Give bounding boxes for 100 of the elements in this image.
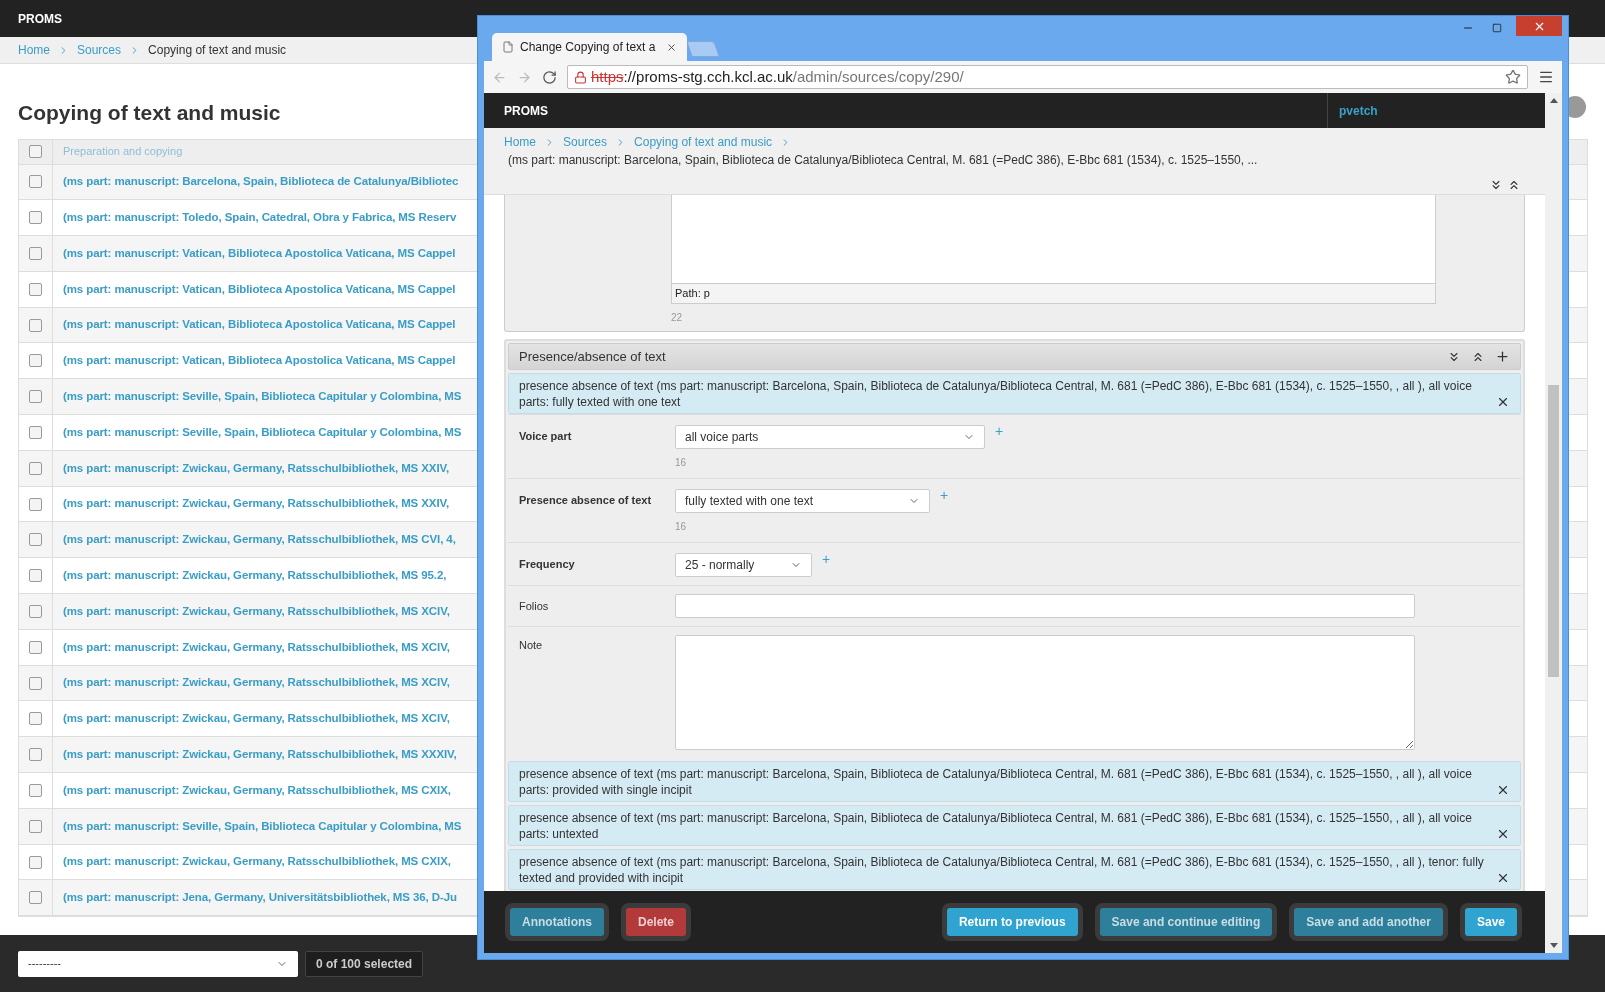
field-label: Note bbox=[519, 639, 544, 652]
row-link[interactable]: (ms part: manuscript: Barcelona, Spain, Biblioteca de Catalunya/Bibliotec bbox=[63, 173, 459, 191]
expand-all-icon[interactable] bbox=[1489, 178, 1503, 192]
brand[interactable]: PROMS bbox=[484, 93, 1327, 128]
checkbox[interactable] bbox=[29, 461, 42, 475]
row-link[interactable]: (ms part: manuscript: Zwickau, Germany, Ratsschulbibliothek, MS 95.2, bbox=[63, 567, 447, 585]
checkbox[interactable] bbox=[29, 783, 42, 797]
inline-item-header[interactable]: presence absence of text (ms part: manuscript: Barcelona, Spain, Biblioteca de Catalunya/Biblioteca Central, M. 681 (=PedC 386), E-Bbc 681 (1534), c. 1525–1550, , all ), all voice parts: untexted bbox=[508, 805, 1521, 846]
checkbox[interactable] bbox=[29, 819, 42, 833]
row-link[interactable]: (ms part: manuscript: Vatican, Biblioteca Apostolica Vaticana, MS Cappel bbox=[63, 316, 456, 334]
row-link[interactable]: (ms part: manuscript: Jena, Germany, Universitätsbibliothek, MS 36, D-Ju bbox=[63, 889, 457, 907]
row-link[interactable]: (ms part: manuscript: Seville, Spain, Biblioteca Capitular y Colombina, MS bbox=[63, 388, 462, 406]
breadcrumb-link[interactable]: Copying of text and music bbox=[634, 133, 773, 151]
inline-item-header[interactable] bbox=[508, 373, 1521, 414]
close-tab-icon[interactable] bbox=[666, 41, 677, 53]
row-link[interactable]: (ms part: manuscript: Zwickau, Germany, Ratsschulbibliothek, MS CVI, 4, bbox=[63, 531, 456, 549]
row-link[interactable]: (ms part: manuscript: Zwickau, Germany, Ratsschulbibliothek, MS XXXIV, bbox=[63, 746, 457, 764]
input-field[interactable] bbox=[675, 594, 1415, 618]
scrollbar-thumb[interactable] bbox=[1548, 385, 1559, 677]
inline-item-title: presence absence of text (ms part: manuscript: Barcelona, Spain, Biblioteca de Catalunya/Biblioteca Central, M. 681 (=PedC 386), E-Bbc 681 (1534), c. 1525–1550, , all ), all voice parts: fully texted with one text bbox=[519, 378, 1473, 410]
inline-item-header[interactable] bbox=[508, 761, 1521, 802]
inline-item-title: presence absence of text (ms part: manuscript: Barcelona, Spain, Biblioteca de Catalunya/Biblioteca Central, M. 681 (=PedC 386), E-Bbc 681 (1534), c. 1525–1550, , all ), all voice parts: untexted bbox=[519, 810, 1473, 842]
close-icon[interactable] bbox=[1496, 871, 1510, 885]
scroll-up-icon[interactable] bbox=[1549, 98, 1558, 103]
reload-icon[interactable] bbox=[542, 69, 557, 85]
forward-icon[interactable] bbox=[517, 69, 532, 85]
character-count: 22 bbox=[671, 311, 684, 325]
checkbox[interactable] bbox=[29, 425, 42, 439]
row-link[interactable]: (ms part: manuscript: Vatican, Biblioteca Apostolica Vaticana, MS Cappel bbox=[63, 244, 456, 263]
row-link[interactable]: (ms part: manuscript: Zwickau, Germany, Ratsschulbibliothek, MS XCIV, bbox=[63, 710, 450, 728]
row-link[interactable]: (ms part: manuscript: Vatican, Biblioteca Apostolica Vaticana, MS Cappel bbox=[63, 280, 456, 298]
checkbox[interactable] bbox=[29, 855, 42, 869]
close-icon[interactable] bbox=[1496, 395, 1510, 409]
add-link[interactable]: + bbox=[940, 489, 949, 501]
selection-count: 0 of 100 selected bbox=[305, 950, 424, 977]
field-label: Voice part bbox=[519, 430, 573, 443]
row-link[interactable]: (ms part: manuscript: Seville, Spain, Biblioteca Capitular y Colombina, MS bbox=[63, 423, 462, 442]
row-link[interactable]: (ms part: manuscript: Zwickau, Germany, Ratsschulbibliothek, MS XCIV, bbox=[63, 638, 450, 656]
row-link[interactable]: (ms part: manuscript: Zwickau, Germany, Ratsschulbibliothek, MS XXIV, bbox=[63, 459, 450, 477]
row-link[interactable]: (ms part: manuscript: Seville, Spain, Biblioteca Capitular y Colombina, MS bbox=[63, 817, 462, 835]
page-icon bbox=[502, 41, 514, 53]
row-link[interactable]: (ms part: manuscript: Zwickau, Germany, Ratsschulbibliothek, MS XCIV, bbox=[63, 602, 450, 621]
breadcrumb-link[interactable]: Sources bbox=[563, 133, 608, 151]
add-icon[interactable] bbox=[1495, 349, 1510, 364]
row-link[interactable]: (ms part: manuscript: Zwickau, Germany, Ratsschulbibliothek, MS XCIV, bbox=[63, 674, 450, 692]
character-count: 16 bbox=[675, 520, 688, 534]
menu-icon[interactable] bbox=[1538, 69, 1554, 85]
select-field[interactable]: 25 - normally bbox=[675, 553, 812, 577]
checkbox[interactable] bbox=[29, 175, 42, 189]
checkbox[interactable] bbox=[29, 569, 42, 583]
select-field[interactable]: all voice parts bbox=[675, 425, 985, 449]
checkbox[interactable] bbox=[29, 533, 42, 547]
collapse-all-icon[interactable] bbox=[1507, 178, 1521, 192]
checkbox[interactable] bbox=[29, 640, 42, 654]
fieldset-title: Presence/absence of text bbox=[519, 347, 666, 366]
row-link[interactable]: (ms part: manuscript: Zwickau, Germany, Ratsschulbibliothek, MS XXIV, bbox=[63, 495, 450, 513]
checkbox[interactable] bbox=[29, 211, 42, 225]
add-link[interactable]: + bbox=[822, 553, 831, 565]
checkbox[interactable] bbox=[29, 145, 42, 158]
checkbox[interactable] bbox=[29, 247, 42, 260]
checkbox[interactable] bbox=[29, 712, 42, 726]
breadcrumb-link[interactable]: Home bbox=[504, 133, 536, 151]
checkbox[interactable] bbox=[29, 390, 42, 404]
note-field[interactable] bbox=[675, 635, 1415, 750]
row-link[interactable]: (ms part: manuscript: Vatican, Biblioteca Apostolica Vaticana, MS Cappel bbox=[63, 352, 456, 370]
checkbox[interactable] bbox=[29, 354, 42, 368]
brand[interactable]: PROMS bbox=[18, 9, 62, 28]
checkbox[interactable] bbox=[29, 891, 42, 905]
row-link[interactable]: (ms part: manuscript: Toledo, Spain, Catedral, Obra y Fabrica, MS Reserv bbox=[63, 209, 457, 227]
checkbox[interactable] bbox=[29, 318, 42, 332]
close-window-button[interactable] bbox=[1516, 16, 1562, 36]
close-icon[interactable] bbox=[1496, 783, 1510, 797]
inline-item-header[interactable] bbox=[508, 849, 1521, 890]
row-link[interactable]: (ms part: manuscript: Zwickau, Germany, Ratsschulbibliothek, MS CXIX, bbox=[63, 853, 451, 871]
action-select[interactable]: --------- bbox=[18, 950, 298, 977]
checkbox[interactable] bbox=[29, 676, 42, 690]
page-title: Copying of text and music bbox=[18, 100, 281, 126]
maximize-icon[interactable] bbox=[1492, 23, 1502, 33]
star-icon[interactable] bbox=[1505, 69, 1521, 85]
field-label: Folios bbox=[519, 600, 550, 613]
add-link[interactable]: + bbox=[995, 425, 1004, 437]
record-title: (ms part: manuscript: Barcelona, Spain, Biblioteca de Catalunya/Biblioteca Central, M. 681 (=PedC 386), E-Bbc 681 (1534), c. 1525–1550, ... bbox=[507, 152, 1259, 169]
back-icon[interactable] bbox=[492, 69, 507, 85]
breadcrumb-link[interactable]: Sources bbox=[77, 41, 122, 59]
editor-statusbar: Path: p bbox=[672, 283, 1435, 303]
checkbox[interactable] bbox=[29, 748, 42, 762]
browser-tab[interactable]: Change Copying of text a bbox=[492, 33, 687, 61]
checkbox[interactable] bbox=[29, 497, 42, 511]
close-icon[interactable] bbox=[1496, 827, 1510, 841]
address-bar[interactable]: https://proms-stg.cch.kcl.ac.uk/admin/sources/copy/290/ bbox=[567, 65, 1528, 89]
checkbox[interactable] bbox=[29, 604, 42, 618]
checkbox[interactable] bbox=[29, 282, 42, 296]
scrollbar[interactable] bbox=[1545, 93, 1562, 953]
breadcrumb-link[interactable]: Home bbox=[18, 41, 50, 59]
column-header[interactable]: Preparation and copying bbox=[53, 143, 183, 160]
scroll-down-icon[interactable] bbox=[1549, 943, 1558, 948]
new-tab-button[interactable] bbox=[686, 41, 720, 57]
field-label: Presence absence of text bbox=[519, 494, 653, 507]
row-link[interactable]: (ms part: manuscript: Zwickau, Germany, Ratsschulbibliothek, MS CXIX, bbox=[63, 781, 451, 800]
select-field[interactable]: fully texted with one text bbox=[675, 489, 930, 513]
